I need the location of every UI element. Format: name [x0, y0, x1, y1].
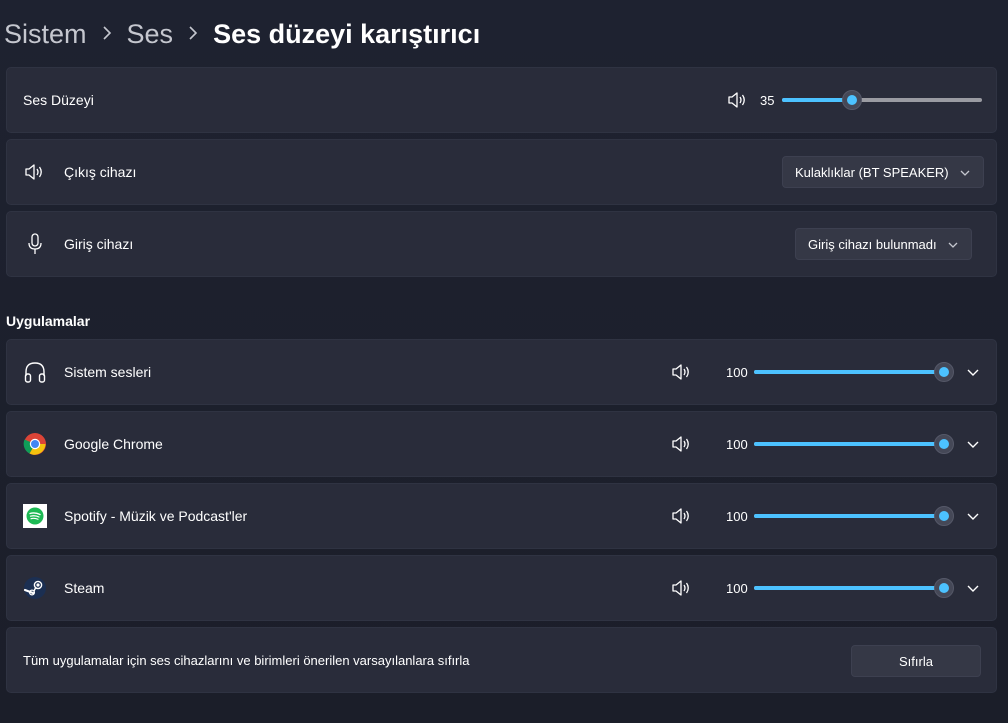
- speaker-icon[interactable]: [671, 434, 691, 454]
- master-volume-label: Ses Düzeyi: [23, 92, 94, 108]
- reset-description: Tüm uygulamalar için ses cihazlarını ve …: [23, 652, 470, 668]
- app-volume-value: 100: [726, 508, 748, 524]
- app-name: Spotify - Müzik ve Podcast'ler: [64, 508, 248, 524]
- slider-thumb[interactable]: [934, 434, 954, 454]
- slider-thumb[interactable]: [934, 506, 954, 526]
- chevron-right-icon: [87, 24, 127, 45]
- app-volume-value: 100: [726, 364, 748, 380]
- app-volume-value: 100: [726, 580, 748, 596]
- master-volume-slider[interactable]: [782, 90, 982, 110]
- steam-icon: [23, 576, 47, 600]
- apps-section-title: Uygulamalar: [6, 313, 91, 329]
- chevron-down-icon: [960, 170, 970, 176]
- app-row-google-chrome[interactable]: Google Chrome 100: [6, 411, 997, 477]
- app-name: Sistem sesleri: [64, 364, 152, 380]
- speaker-icon[interactable]: [671, 362, 691, 382]
- app-row-steam[interactable]: Steam 100: [6, 555, 997, 621]
- volume-mixer-page: Sistem Ses Ses düzeyi karıştırıcı Ses Dü…: [0, 0, 1008, 723]
- input-device-dropdown[interactable]: Giriş cihazı bulunmadı: [795, 228, 972, 260]
- page-title: Ses düzeyi karıştırıcı: [213, 18, 481, 49]
- speaker-icon[interactable]: [727, 90, 747, 110]
- input-device-label: Giriş cihazı: [64, 236, 134, 252]
- app-name: Google Chrome: [64, 436, 163, 452]
- headphones-icon: [23, 360, 47, 384]
- input-device-value: Giriş cihazı bulunmadı: [808, 236, 937, 252]
- chevron-down-icon[interactable]: [965, 508, 981, 524]
- master-volume-value: 35: [760, 92, 775, 108]
- output-device-dropdown[interactable]: Kulaklıklar (BT SPEAKER): [782, 156, 984, 188]
- app-row-system-sounds[interactable]: Sistem sesleri 100: [6, 339, 997, 405]
- chevron-down-icon[interactable]: [965, 436, 981, 452]
- app-volume-slider[interactable]: [754, 506, 954, 526]
- reset-button[interactable]: Sıfırla: [851, 645, 981, 677]
- speaker-icon: [23, 160, 47, 184]
- reset-card: Tüm uygulamalar için ses cihazlarını ve …: [6, 627, 997, 693]
- microphone-icon: [23, 232, 47, 256]
- breadcrumb: Sistem Ses Ses düzeyi karıştırıcı: [4, 14, 480, 54]
- breadcrumb-ses[interactable]: Ses: [127, 19, 174, 50]
- output-device-label: Çıkış cihazı: [64, 164, 137, 180]
- slider-thumb[interactable]: [934, 578, 954, 598]
- chevron-down-icon[interactable]: [965, 580, 981, 596]
- breadcrumb-sistem[interactable]: Sistem: [4, 19, 87, 50]
- app-volume-slider[interactable]: [754, 362, 954, 382]
- slider-thumb[interactable]: [842, 90, 862, 110]
- output-device-card: Çıkış cihazı Kulaklıklar (BT SPEAKER): [6, 139, 997, 205]
- chevron-down-icon: [948, 242, 958, 248]
- chevron-right-icon: [173, 24, 213, 45]
- app-volume-value: 100: [726, 436, 748, 452]
- app-name: Steam: [64, 580, 105, 596]
- app-row-spotify[interactable]: Spotify - Müzik ve Podcast'ler 100: [6, 483, 997, 549]
- chrome-icon: [23, 432, 47, 456]
- chevron-down-icon[interactable]: [965, 364, 981, 380]
- master-volume-card: Ses Düzeyi 35: [6, 67, 997, 133]
- output-device-value: Kulaklıklar (BT SPEAKER): [795, 164, 949, 180]
- speaker-icon[interactable]: [671, 506, 691, 526]
- app-volume-slider[interactable]: [754, 578, 954, 598]
- slider-thumb[interactable]: [934, 362, 954, 382]
- speaker-icon[interactable]: [671, 578, 691, 598]
- spotify-icon: [23, 504, 47, 528]
- input-device-card: Giriş cihazı Giriş cihazı bulunmadı: [6, 211, 997, 277]
- app-volume-slider[interactable]: [754, 434, 954, 454]
